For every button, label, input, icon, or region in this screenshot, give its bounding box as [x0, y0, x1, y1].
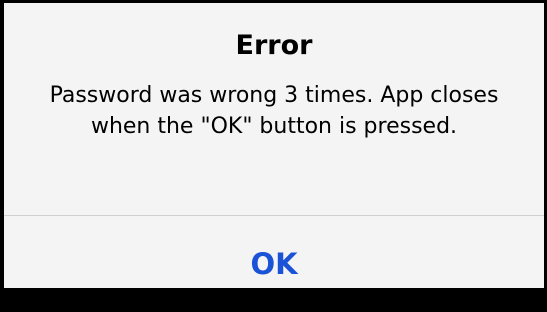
alert-title: Error [235, 30, 313, 61]
alert-dialog: Error Password was wrong 3 times. App cl… [4, 3, 544, 288]
alert-message: Password was wrong 3 times. App closes w… [49, 83, 499, 139]
ok-button[interactable]: OK [4, 216, 544, 288]
